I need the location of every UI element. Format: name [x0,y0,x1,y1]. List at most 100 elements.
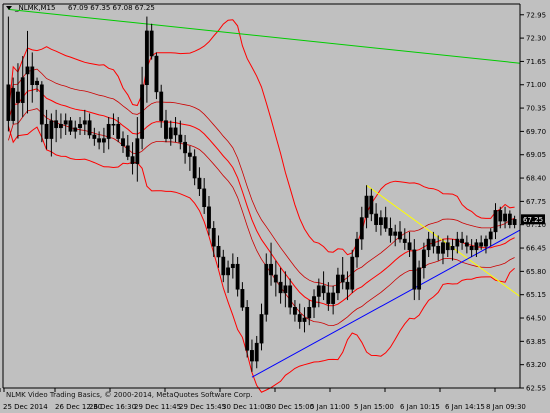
candle-body[interactable] [493,210,498,233]
candle-body[interactable] [11,88,16,121]
candle-body[interactable] [417,267,422,290]
candle-body[interactable] [82,120,87,125]
candle-body[interactable] [111,123,116,126]
candle-body[interactable] [245,307,250,351]
candle-body[interactable] [484,238,488,247]
candle-body[interactable] [388,228,393,236]
candle-body[interactable] [130,156,135,164]
candle-body[interactable] [192,156,197,179]
candle-body[interactable] [44,123,49,139]
candle-body[interactable] [259,314,264,344]
candle-body[interactable] [431,238,436,247]
candle-body[interactable] [374,213,379,225]
candle-body[interactable] [35,80,39,85]
candle-body[interactable] [445,242,450,251]
candle-body[interactable] [240,289,245,308]
candle-body[interactable] [106,123,111,139]
candle-body[interactable] [307,307,312,319]
candle-body[interactable] [321,285,326,294]
candle-body[interactable] [335,274,340,294]
candle-body[interactable] [121,138,125,147]
candle-body[interactable] [503,213,507,222]
candle-body[interactable] [20,77,25,103]
candle-body[interactable] [507,213,512,225]
candle-body[interactable] [125,145,130,157]
candle-body[interactable] [498,210,503,222]
candle-body[interactable] [58,123,63,129]
candle-body[interactable] [154,55,159,93]
candle-body[interactable] [92,134,97,139]
candle-body[interactable] [288,285,293,308]
candle-body[interactable] [6,84,11,121]
candle-body[interactable] [49,120,54,139]
candle-body[interactable] [87,120,92,136]
candle-body[interactable] [455,238,460,247]
candle-body[interactable] [355,238,359,258]
candle-body[interactable] [183,141,188,154]
candle-body[interactable] [393,231,398,236]
candle-body[interactable] [464,242,469,247]
candle-body[interactable] [97,138,102,143]
candle-body[interactable] [78,123,82,129]
candle-body[interactable] [269,263,273,276]
candle-body[interactable] [316,285,321,297]
candle-body[interactable] [302,317,307,322]
candle-body[interactable] [187,152,192,157]
candle-body[interactable] [345,281,350,290]
candle-body[interactable] [39,84,44,125]
candle-body[interactable] [402,238,407,243]
candle-body[interactable] [254,342,259,362]
candle-body[interactable] [216,245,221,258]
candle-body[interactable] [230,263,235,269]
candle-body[interactable] [197,177,202,190]
candle-body[interactable] [207,206,211,229]
candle-body[interactable] [383,217,388,229]
price-chart[interactable]: 72.95 72.30 71.65 71.00 70.35 69.70 69.05 68.40… [0,0,550,413]
candle-body[interactable] [144,30,149,85]
candle-body[interactable] [16,91,20,103]
candle-body[interactable] [73,127,78,132]
candle-body[interactable] [101,138,106,143]
candle-body[interactable] [297,314,302,322]
candle-body[interactable] [140,84,145,139]
candle-body[interactable] [421,249,426,269]
candle-body[interactable] [378,217,383,225]
candle-body[interactable] [178,134,183,143]
candle-body[interactable] [173,127,178,136]
candle-body[interactable] [326,292,331,304]
candle-body[interactable] [469,245,474,251]
candle-body[interactable] [264,263,269,315]
candle-body[interactable] [202,188,207,208]
candle-body[interactable] [250,350,254,362]
candle-body[interactable] [512,219,517,225]
candle-body[interactable] [283,285,288,294]
candle-body[interactable] [369,195,374,215]
candle-body[interactable] [54,120,59,129]
candle-body[interactable] [359,217,364,240]
candle-body[interactable] [407,242,412,251]
candle-body[interactable] [488,231,493,240]
candle-body[interactable] [211,228,216,247]
candle-body[interactable] [116,123,121,139]
candle-body[interactable] [412,249,417,290]
candle-body[interactable] [226,267,230,276]
candle-body[interactable] [364,195,369,218]
candle-body[interactable] [426,238,431,251]
candle-body[interactable] [474,242,479,251]
candle-body[interactable] [340,274,345,283]
candle-body[interactable] [293,307,297,315]
candle-body[interactable] [331,292,336,304]
candle-body[interactable] [436,245,441,254]
candle-body[interactable] [30,66,35,85]
candle-body[interactable] [63,120,68,125]
candle-body[interactable] [164,120,168,139]
candle-body[interactable] [479,242,484,247]
candle-body[interactable] [168,127,173,139]
candle-body[interactable] [450,245,455,251]
candle-body[interactable] [350,256,355,290]
candle-body[interactable] [149,30,154,57]
candle-body[interactable] [25,66,30,75]
candle-body[interactable] [278,281,283,294]
candle-body[interactable] [398,231,402,240]
candle-body[interactable] [312,296,316,308]
